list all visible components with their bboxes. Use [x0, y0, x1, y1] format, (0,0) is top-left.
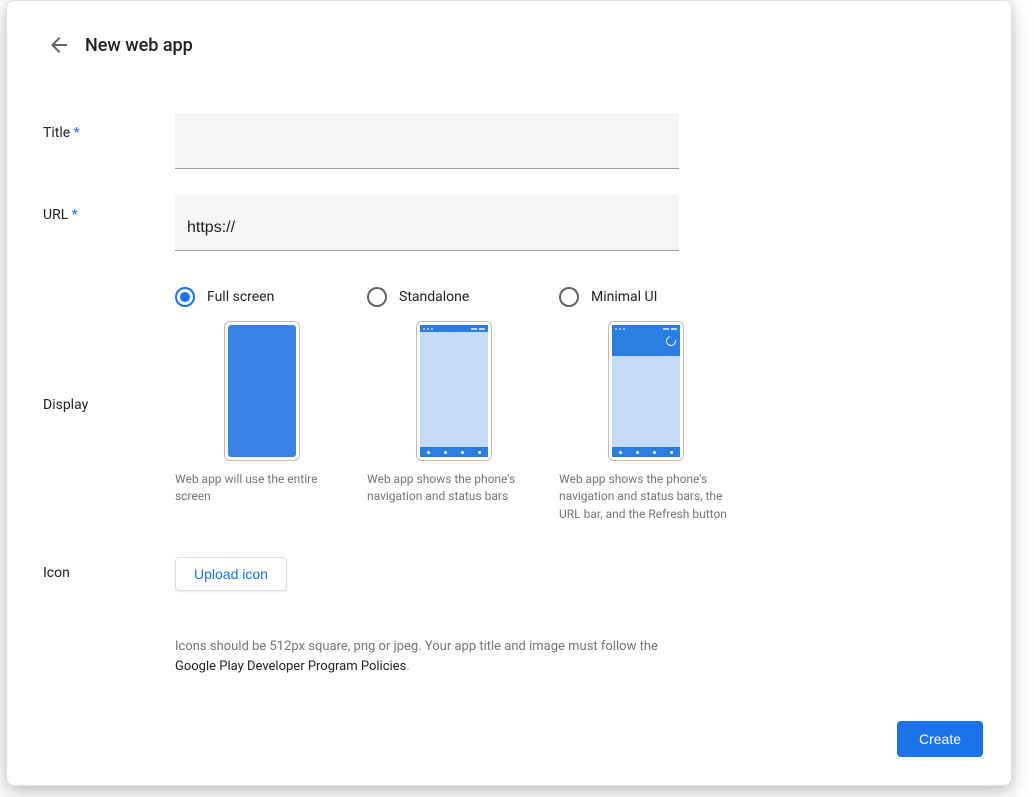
back-arrow-icon[interactable]	[47, 33, 71, 57]
phone-preview-full	[175, 321, 349, 461]
phone-preview-standalone	[367, 321, 541, 461]
radio-icon	[367, 287, 387, 307]
phone-status-bar	[612, 325, 680, 332]
option-desc: Web app will use the entire screen	[175, 471, 349, 506]
option-desc: Web app shows the phone's navigation and…	[367, 471, 541, 506]
dialog-card: New web app Title * URL * Display	[6, 0, 1012, 786]
radio-standalone[interactable]: Standalone	[367, 287, 541, 307]
phone-icon	[416, 321, 492, 461]
refresh-icon	[664, 334, 678, 348]
option-minimal-ui: Minimal UI	[559, 287, 733, 523]
radio-full-screen[interactable]: Full screen	[175, 287, 349, 307]
label-url-text: URL	[43, 207, 68, 223]
phone-preview-minimal	[559, 321, 733, 461]
option-label: Minimal UI	[591, 289, 657, 305]
dialog-header: New web app	[47, 33, 975, 57]
option-label: Standalone	[399, 289, 469, 305]
icon-note-tail: .	[406, 659, 409, 674]
phone-body	[228, 325, 296, 457]
required-mark: *	[74, 125, 80, 141]
title-input[interactable]	[175, 113, 679, 169]
required-mark: *	[72, 207, 78, 223]
option-label: Full screen	[207, 289, 274, 305]
icon-note: Icons should be 512px square, png or jpe…	[175, 637, 679, 676]
option-full-screen: Full screen Web app will use the entire …	[175, 287, 349, 523]
page-title: New web app	[85, 35, 193, 56]
icon-note-text: Icons should be 512px square, png or jpe…	[175, 639, 658, 654]
label-icon: Icon	[43, 557, 175, 581]
phone-body	[612, 356, 680, 447]
icon-field-col: Upload icon Icons should be 512px square…	[175, 557, 679, 676]
upload-icon-button[interactable]: Upload icon	[175, 557, 287, 591]
phone-icon	[224, 321, 300, 461]
radio-icon	[559, 287, 579, 307]
display-options: Full screen Web app will use the entire …	[175, 287, 715, 523]
label-display: Display	[43, 287, 175, 413]
url-input[interactable]	[175, 195, 679, 251]
phone-nav-bar	[420, 447, 488, 457]
option-standalone: Standalone	[367, 287, 541, 523]
form: Title * URL * Display Full s	[43, 113, 975, 676]
radio-icon	[175, 287, 195, 307]
row-url: URL *	[43, 195, 975, 251]
policies-link[interactable]: Google Play Developer Program Policies	[175, 659, 406, 674]
phone-body	[420, 332, 488, 447]
label-title: Title *	[43, 113, 175, 141]
label-title-text: Title	[43, 125, 70, 141]
row-display: Display Full screen Web app will use the…	[43, 287, 975, 523]
row-title: Title *	[43, 113, 975, 169]
phone-url-bar	[612, 332, 680, 356]
url-field-col	[175, 195, 679, 251]
radio-minimal-ui[interactable]: Minimal UI	[559, 287, 733, 307]
phone-status-bar	[420, 325, 488, 332]
title-field-col	[175, 113, 679, 169]
phone-nav-bar	[612, 447, 680, 457]
option-desc: Web app shows the phone's navigation and…	[559, 471, 733, 523]
label-url: URL *	[43, 195, 175, 223]
row-icon: Icon Upload icon Icons should be 512px s…	[43, 557, 975, 676]
create-button[interactable]: Create	[897, 721, 983, 757]
phone-icon	[608, 321, 684, 461]
